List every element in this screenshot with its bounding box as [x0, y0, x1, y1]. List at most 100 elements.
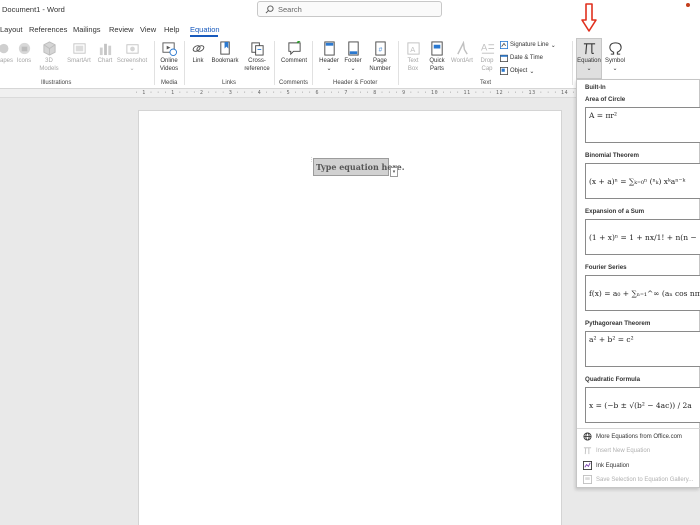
comment-label: Comment	[280, 58, 307, 64]
drop-cap-icon: A	[480, 42, 494, 54]
text-box-label-2: Box	[407, 65, 419, 72]
object-label: Object	[510, 68, 528, 74]
date-time-button[interactable]: Date & Time	[500, 54, 543, 62]
text-group-label: Text	[480, 80, 492, 86]
equation-placeholder[interactable]: ⋮ Type equation here. ▾	[309, 158, 405, 177]
quick-parts-icon	[430, 41, 443, 56]
smartart-icon	[72, 43, 86, 54]
footer-icon	[347, 41, 359, 56]
search-box[interactable]: Search	[257, 1, 442, 17]
equation-entry-fourier-series[interactable]: Fourier Series f(x) = a₀ + ∑ₙ₌₁^∞ (aₙ co…	[577, 264, 700, 320]
save-to-gallery-menu-item[interactable]: Save Selection to Equation Gallery...	[583, 475, 693, 484]
equation-entry-title: Pythagorean Theorem	[585, 320, 651, 327]
tab-view[interactable]: View	[140, 25, 156, 34]
footer-button[interactable]: Footer ⌄	[342, 41, 364, 73]
text-box-icon: A	[406, 42, 420, 55]
signature-line-button[interactable]: Signature Line ⌄	[500, 41, 556, 49]
object-icon	[500, 67, 508, 75]
illustrations-group-label: Illustrations	[41, 80, 72, 86]
footer-dropdown-icon: ⌄	[350, 65, 356, 72]
tab-review[interactable]: Review	[109, 25, 134, 34]
search-icon	[265, 5, 274, 14]
text-box-button[interactable]: A Text Box	[402, 41, 424, 73]
document-canvas: ⋮ Type equation here. ▾	[0, 98, 576, 525]
tab-mailings[interactable]: Mailings	[73, 25, 101, 34]
equation-button[interactable]: Equation ⌄	[576, 41, 602, 73]
equation-label: Equation	[577, 58, 601, 64]
tab-help[interactable]: Help	[164, 25, 179, 34]
shapes-button[interactable]: apes	[0, 41, 14, 66]
object-button[interactable]: Object ⌄	[500, 67, 534, 75]
online-videos-label-2: Videos	[159, 65, 179, 72]
tab-references[interactable]: References	[29, 25, 67, 34]
insert-new-equation-menu-item[interactable]: Insert New Equation	[583, 446, 650, 455]
online-video-icon	[161, 42, 177, 56]
horizontal-ruler[interactable]: · 1 · · · 1 · · · 2 · · · 3 · · · 4 · · …	[0, 89, 654, 98]
comment-icon	[287, 41, 301, 56]
svg-text:A: A	[410, 45, 415, 54]
tab-equation[interactable]: Equation	[190, 25, 220, 34]
pi-icon	[583, 447, 592, 455]
equation-options-dropdown[interactable]: ▾	[390, 167, 398, 177]
icons-label: Icons	[16, 58, 32, 64]
equation-preview[interactable]: f(x) = a₀ + ∑ₙ₌₁^∞ (aₙ cos nπx/L + bₙ si…	[585, 275, 700, 311]
ink-equation-label: Ink Equation	[596, 462, 630, 469]
equation-gallery: Built-In Area of Circle A = πr² Binomial…	[576, 79, 700, 488]
page-number-label-2: Number	[369, 65, 391, 72]
bookmark-label: Bookmark	[211, 58, 239, 64]
equation-move-handle[interactable]: ⋮	[309, 158, 314, 166]
smartart-label: SmartArt	[67, 58, 91, 64]
shapes-label: apes	[0, 58, 14, 64]
equation-entry-expansion-of-a-sum[interactable]: Expansion of a Sum (1 + x)ⁿ = 1 + nx/1! …	[577, 208, 700, 264]
online-videos-button[interactable]: Online Videos	[157, 41, 181, 73]
chart-button[interactable]: Chart	[95, 41, 115, 66]
header-button[interactable]: Header ⌄	[317, 41, 341, 73]
text-box-label-1: Text	[407, 58, 419, 64]
cross-reference-button[interactable]: Cross- reference	[243, 41, 271, 73]
link-button[interactable]: Link	[189, 41, 207, 66]
equation-entry-title: Area of Circle	[585, 96, 626, 103]
ink-equation-menu-item[interactable]: Ink Equation	[583, 461, 629, 470]
globe-icon	[583, 432, 592, 441]
active-tab-indicator	[190, 35, 218, 37]
cross-reference-icon	[250, 42, 264, 56]
link-icon	[192, 45, 204, 52]
quick-parts-label-2: Parts	[429, 65, 444, 72]
window-title: Document1 - Word	[2, 5, 65, 14]
drop-cap-label-1: Drop	[480, 58, 494, 64]
bar-chart-icon	[99, 43, 111, 56]
equation-preview[interactable]: (1 + x)ⁿ = 1 + nx/1! + n(n − 1)x²/2! + ⋯	[585, 219, 700, 255]
screenshot-icon	[125, 44, 139, 54]
links-group-label: Links	[222, 80, 237, 86]
equation-preview[interactable]: A = πr²	[585, 107, 700, 143]
equation-formula: (1 + x)ⁿ = 1 + nx/1! + n(n − 1)x²/2! + ⋯	[589, 233, 700, 242]
wordart-button[interactable]: WordArt	[449, 41, 475, 66]
3d-models-label-2: Models	[39, 65, 59, 72]
header-dropdown-icon: ⌄	[326, 65, 332, 72]
screenshot-dropdown-icon: ⌄	[129, 65, 135, 72]
drop-cap-button[interactable]: A Drop Cap	[476, 41, 498, 73]
icons-button[interactable]: Icons	[14, 41, 34, 66]
document-page[interactable]: ⋮ Type equation here. ▾	[138, 110, 562, 525]
bookmark-button[interactable]: Bookmark	[211, 41, 239, 66]
equation-entry-area-of-circle[interactable]: Area of Circle A = πr²	[577, 96, 700, 152]
equation-preview[interactable]: (x + a)ⁿ = ∑ₖ₌₀ⁿ (ⁿₖ) xᵏaⁿ⁻ᵏ	[585, 163, 700, 199]
smartart-button[interactable]: SmartArt	[65, 41, 93, 66]
equation-dropdown-icon: ⌄	[586, 65, 592, 72]
tab-layout[interactable]: Layout	[0, 25, 23, 34]
symbol-button[interactable]: Symbol ⌄	[603, 41, 627, 73]
equation-entry-pythagorean-theorem[interactable]: Pythagorean Theorem a² + b² = c²	[577, 320, 700, 376]
equation-preview[interactable]: x = (−b ± √(b² − 4ac)) / 2a	[585, 387, 700, 423]
page-number-button[interactable]: # Page Number	[366, 41, 394, 73]
3d-models-button[interactable]: 3D Models	[36, 41, 62, 73]
equation-entry-quadratic-formula[interactable]: Quadratic Formula x = (−b ± √(b² − 4ac))…	[577, 376, 700, 432]
more-equations-menu-item[interactable]: More Equations from Office.com	[583, 432, 682, 441]
equation-preview[interactable]: a² + b² = c²	[585, 331, 700, 367]
equation-entry-binomial-theorem[interactable]: Binomial Theorem (x + a)ⁿ = ∑ₖ₌₀ⁿ (ⁿₖ) x…	[577, 152, 700, 208]
screenshot-button[interactable]: Screenshot ⌄	[116, 41, 148, 73]
group-separator	[184, 41, 185, 85]
comment-button[interactable]: Comment	[279, 41, 309, 66]
comments-group-label: Comments	[279, 80, 309, 86]
quick-parts-button[interactable]: Quick Parts	[426, 41, 448, 73]
equation-entry-title: Fourier Series	[585, 264, 627, 271]
